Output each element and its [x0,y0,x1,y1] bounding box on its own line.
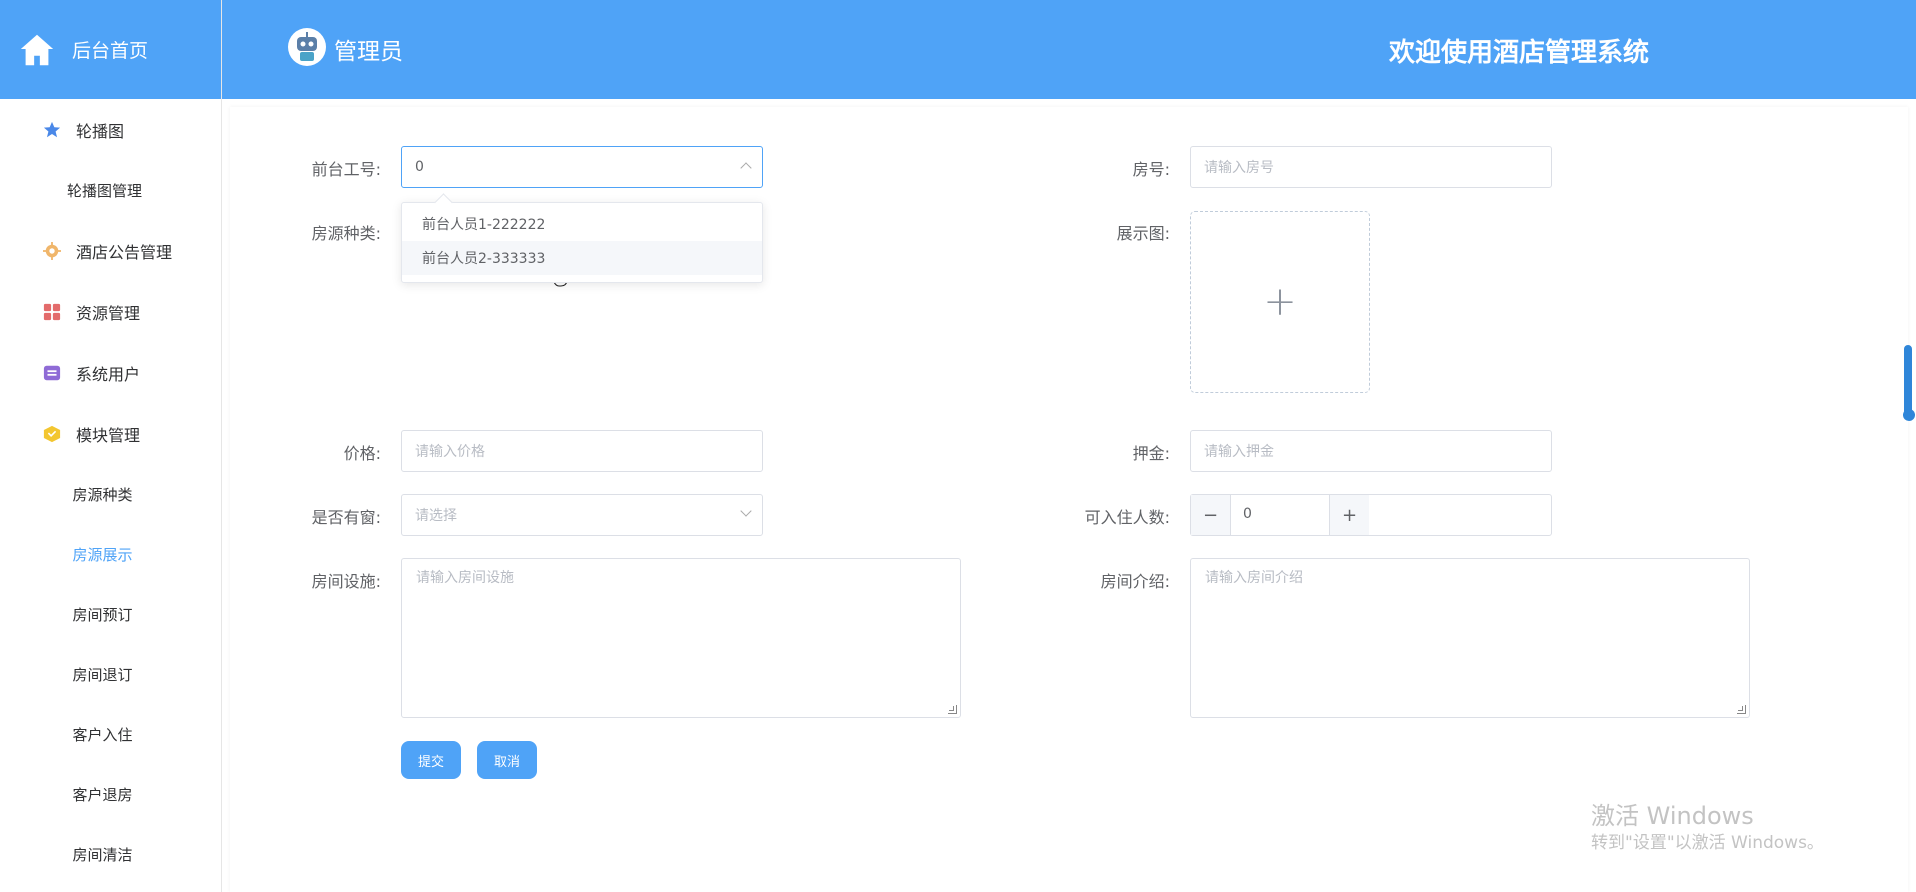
chevron-up-icon [740,162,752,174]
plus-icon: + [1263,279,1297,325]
sidebar-item-check-out[interactable]: 客户退房 [0,764,221,824]
facilities-placeholder: 请输入房间设施 [416,570,514,586]
minus-button[interactable]: − [1191,495,1231,535]
sidebar-item-room-type[interactable]: 房源种类 [0,464,221,524]
capacity-label: 可入住人数: [1084,508,1170,527]
room-no-placeholder: 请输入房号 [1204,160,1274,176]
sidebar-nav: 轮播图 轮播图管理 酒店公告管理 资源管理 系统用户 模块管理 房源种类 房源展… [0,99,221,884]
chevron-down-icon [740,505,752,517]
robot-icon [297,32,317,61]
cancel-button[interactable]: 取消 [477,741,537,779]
deposit-input[interactable]: 请输入押金 [1190,430,1552,472]
sidebar-item-label: 资源管理 [76,303,141,323]
sidebar-home-label: 后台首页 [72,40,149,62]
facilities-label: 房间设施: [311,572,381,591]
sidebar-item-label: 房源展示 [72,545,133,564]
resize-handle-icon[interactable] [1737,705,1746,714]
intro-placeholder: 请输入房间介绍 [1205,570,1303,586]
resize-handle-icon[interactable] [948,705,957,714]
cube-icon [42,424,62,444]
sidebar-item-system-users[interactable]: 系统用户 [0,342,221,403]
image-label: 展示图: [1116,224,1170,243]
price-label: 价格: [343,444,381,463]
grid-icon [42,302,62,322]
staff-no-select[interactable]: 0 [401,146,763,188]
dropdown-option[interactable]: 前台人员1-222222 [402,207,762,241]
sidebar-item-label: 酒店公告管理 [76,242,173,262]
staff-no-dropdown: 前台人员1-222222 前台人员2-333333 [401,202,763,283]
home-icon [20,34,54,65]
sidebar-item-label: 轮播图管理 [67,181,143,200]
avatar[interactable] [288,28,326,66]
sidebar-item-check-in[interactable]: 客户入住 [0,704,221,764]
plus-button[interactable]: + [1329,495,1369,535]
current-user-name[interactable]: 管理员 [334,32,403,66]
scrollbar-thumb[interactable] [1903,345,1915,421]
top-header: 管理员 欢迎使用酒店管理系统 [222,0,1916,99]
welcome-title: 欢迎使用酒店管理系统 [1389,38,1650,68]
box-icon [42,363,62,383]
sidebar-item-label: 房间预订 [72,605,133,624]
staff-no-value: 0 [415,159,424,175]
sidebar-item-room-cleaning[interactable]: 房间清洁 [0,824,221,884]
deposit-label: 押金: [1132,444,1170,463]
capacity-value[interactable]: 0 [1243,506,1252,522]
sidebar-item-label: 房间清洁 [72,845,133,864]
sidebar: 后台首页 轮播图 轮播图管理 酒店公告管理 资源管理 系统用户 模块管理 房源种… [0,0,222,892]
window-placeholder: 请选择 [415,508,457,524]
sidebar-item-notice[interactable]: 酒店公告管理 [0,220,221,281]
star-icon [42,120,62,140]
intro-label: 房间介绍: [1100,572,1170,591]
sidebar-item-room-cancel[interactable]: 房间退订 [0,644,221,704]
sidebar-item-label: 系统用户 [76,364,141,384]
sidebar-item-label: 客户退房 [72,785,133,804]
sidebar-item-label: 客户入住 [72,725,133,744]
capacity-stepper: − 0 + [1190,494,1552,536]
sidebar-item-carousel[interactable]: 轮播图 [0,99,221,160]
sidebar-item-room-booking[interactable]: 房间预订 [0,584,221,644]
room-no-label: 房号: [1132,160,1170,179]
app-root: 后台首页 轮播图 轮播图管理 酒店公告管理 资源管理 系统用户 模块管理 房源种… [0,0,1916,892]
price-input[interactable]: 请输入价格 [401,430,763,472]
facilities-textarea[interactable]: 请输入房间设施 [401,558,961,718]
submit-button[interactable]: 提交 [401,741,461,779]
sidebar-item-modules[interactable]: 模块管理 [0,403,221,464]
room-type-label: 房源种类: [311,224,381,243]
windows-activation-subtitle: 转到"设置"以激活 Windows。 [1591,833,1824,853]
staff-no-label: 前台工号: [311,160,381,179]
dropdown-option[interactable]: 前台人员2-333333 [402,241,762,275]
sidebar-item-label: 房源种类 [72,485,133,504]
price-placeholder: 请输入价格 [415,444,485,460]
window-select[interactable]: 请选择 [401,494,763,536]
intro-textarea[interactable]: 请输入房间介绍 [1190,558,1750,718]
window-label: 是否有窗: [311,508,381,527]
sidebar-item-label: 轮播图 [76,121,125,141]
windows-activation-title: 激活 Windows [1591,802,1754,830]
deposit-placeholder: 请输入押金 [1204,444,1274,460]
sidebar-home-link[interactable]: 后台首页 [0,0,221,99]
image-upload-button[interactable]: + [1190,211,1370,393]
room-no-input[interactable]: 请输入房号 [1190,146,1552,188]
sidebar-item-resources[interactable]: 资源管理 [0,281,221,342]
gear-icon [42,241,62,261]
sidebar-item-label: 模块管理 [76,425,141,445]
sidebar-item-label: 房间退订 [72,665,133,684]
sidebar-item-carousel-manage[interactable]: 轮播图管理 [0,160,221,220]
sidebar-item-room-display[interactable]: 房源展示 [0,524,221,584]
